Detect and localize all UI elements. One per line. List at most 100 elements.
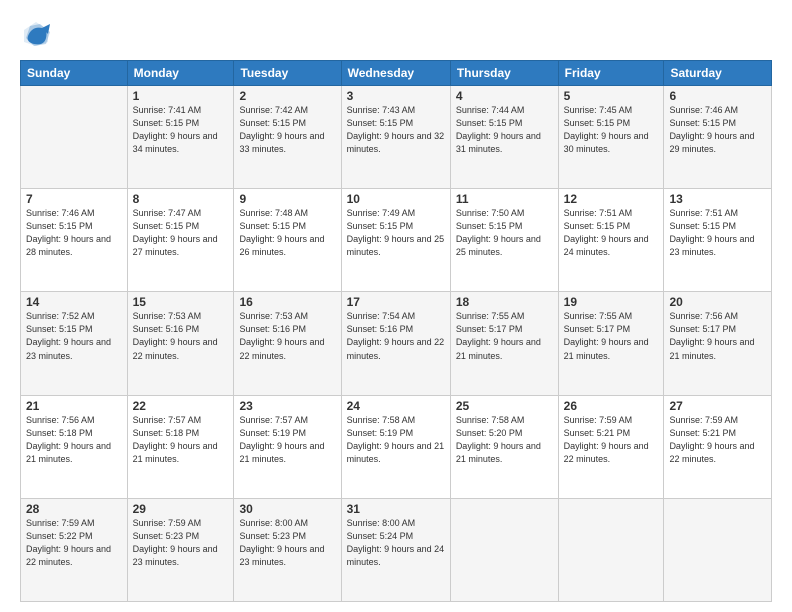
- logo-icon: [20, 18, 52, 50]
- calendar-cell: 2 Sunrise: 7:42 AMSunset: 5:15 PMDaylight…: [234, 86, 341, 189]
- calendar-cell: 22 Sunrise: 7:57 AMSunset: 5:18 PMDayligh…: [127, 395, 234, 498]
- day-info: Sunrise: 7:59 AMSunset: 5:22 PMDaylight:…: [26, 518, 111, 567]
- calendar-cell: 20 Sunrise: 7:56 AMSunset: 5:17 PMDayligh…: [664, 292, 772, 395]
- day-info: Sunrise: 7:50 AMSunset: 5:15 PMDaylight:…: [456, 208, 541, 257]
- day-info: Sunrise: 7:55 AMSunset: 5:17 PMDaylight:…: [564, 311, 649, 360]
- calendar-cell: 13 Sunrise: 7:51 AMSunset: 5:15 PMDayligh…: [664, 189, 772, 292]
- day-number: 23: [239, 399, 335, 413]
- calendar-cell: 24Sunrise: 7:58 AMSunset: 5:19 PMDayligh…: [341, 395, 450, 498]
- calendar-cell: 8 Sunrise: 7:47 AMSunset: 5:15 PMDaylight…: [127, 189, 234, 292]
- day-number: 28: [26, 502, 122, 516]
- day-number: 29: [133, 502, 229, 516]
- day-number: 14: [26, 295, 122, 309]
- day-number: 11: [456, 192, 553, 206]
- calendar-week-3: 14 Sunrise: 7:52 AMSunset: 5:15 PMDayligh…: [21, 292, 772, 395]
- day-number: 7: [26, 192, 122, 206]
- day-info: Sunrise: 7:45 AMSunset: 5:15 PMDaylight:…: [564, 105, 649, 154]
- day-info: Sunrise: 7:49 AMSunset: 5:15 PMDaylight:…: [347, 208, 445, 257]
- calendar-cell: 14 Sunrise: 7:52 AMSunset: 5:15 PMDayligh…: [21, 292, 128, 395]
- calendar-cell: 31Sunrise: 8:00 AMSunset: 5:24 PMDayligh…: [341, 498, 450, 601]
- day-info: Sunrise: 7:57 AMSunset: 5:18 PMDaylight:…: [133, 415, 218, 464]
- weekday-header-monday: Monday: [127, 61, 234, 86]
- day-info: Sunrise: 7:46 AMSunset: 5:15 PMDaylight:…: [669, 105, 754, 154]
- day-number: 24: [347, 399, 445, 413]
- day-number: 27: [669, 399, 766, 413]
- calendar-week-5: 28 Sunrise: 7:59 AMSunset: 5:22 PMDayligh…: [21, 498, 772, 601]
- day-number: 15: [133, 295, 229, 309]
- calendar-cell: 21 Sunrise: 7:56 AMSunset: 5:18 PMDayligh…: [21, 395, 128, 498]
- calendar-cell: [21, 86, 128, 189]
- day-number: 12: [564, 192, 659, 206]
- calendar-cell: 9 Sunrise: 7:48 AMSunset: 5:15 PMDaylight…: [234, 189, 341, 292]
- calendar-cell: 10 Sunrise: 7:49 AMSunset: 5:15 PMDayligh…: [341, 189, 450, 292]
- day-number: 16: [239, 295, 335, 309]
- day-info: Sunrise: 7:44 AMSunset: 5:15 PMDaylight:…: [456, 105, 541, 154]
- day-info: Sunrise: 8:00 AMSunset: 5:23 PMDaylight:…: [239, 518, 324, 567]
- day-number: 22: [133, 399, 229, 413]
- calendar-cell: 27 Sunrise: 7:59 AMSunset: 5:21 PMDayligh…: [664, 395, 772, 498]
- day-number: 13: [669, 192, 766, 206]
- day-info: Sunrise: 7:51 AMSunset: 5:15 PMDaylight:…: [564, 208, 649, 257]
- calendar-cell: 7 Sunrise: 7:46 AMSunset: 5:15 PMDaylight…: [21, 189, 128, 292]
- calendar-cell: 16 Sunrise: 7:53 AMSunset: 5:16 PMDayligh…: [234, 292, 341, 395]
- calendar-week-4: 21 Sunrise: 7:56 AMSunset: 5:18 PMDayligh…: [21, 395, 772, 498]
- calendar-cell: [558, 498, 664, 601]
- day-info: Sunrise: 7:52 AMSunset: 5:15 PMDaylight:…: [26, 311, 111, 360]
- weekday-row: SundayMondayTuesdayWednesdayThursdayFrid…: [21, 61, 772, 86]
- day-number: 5: [564, 89, 659, 103]
- day-info: Sunrise: 7:51 AMSunset: 5:15 PMDaylight:…: [669, 208, 754, 257]
- weekday-header-sunday: Sunday: [21, 61, 128, 86]
- day-info: Sunrise: 7:56 AMSunset: 5:18 PMDaylight:…: [26, 415, 111, 464]
- weekday-header-wednesday: Wednesday: [341, 61, 450, 86]
- day-info: Sunrise: 7:59 AMSunset: 5:23 PMDaylight:…: [133, 518, 218, 567]
- weekday-header-friday: Friday: [558, 61, 664, 86]
- logo: [20, 18, 56, 50]
- day-info: Sunrise: 7:53 AMSunset: 5:16 PMDaylight:…: [239, 311, 324, 360]
- calendar-header: SundayMondayTuesdayWednesdayThursdayFrid…: [21, 61, 772, 86]
- day-number: 3: [347, 89, 445, 103]
- day-info: Sunrise: 7:55 AMSunset: 5:17 PMDaylight:…: [456, 311, 541, 360]
- day-number: 9: [239, 192, 335, 206]
- day-number: 2: [239, 89, 335, 103]
- calendar-cell: [664, 498, 772, 601]
- day-info: Sunrise: 7:56 AMSunset: 5:17 PMDaylight:…: [669, 311, 754, 360]
- day-info: Sunrise: 7:53 AMSunset: 5:16 PMDaylight:…: [133, 311, 218, 360]
- day-number: 8: [133, 192, 229, 206]
- calendar-cell: 15 Sunrise: 7:53 AMSunset: 5:16 PMDayligh…: [127, 292, 234, 395]
- day-info: Sunrise: 7:59 AMSunset: 5:21 PMDaylight:…: [669, 415, 754, 464]
- day-info: Sunrise: 7:42 AMSunset: 5:15 PMDaylight:…: [239, 105, 324, 154]
- calendar-body: 1 Sunrise: 7:41 AMSunset: 5:15 PMDaylight…: [21, 86, 772, 602]
- day-number: 19: [564, 295, 659, 309]
- day-info: Sunrise: 7:46 AMSunset: 5:15 PMDaylight:…: [26, 208, 111, 257]
- calendar-week-2: 7 Sunrise: 7:46 AMSunset: 5:15 PMDaylight…: [21, 189, 772, 292]
- day-number: 10: [347, 192, 445, 206]
- page: SundayMondayTuesdayWednesdayThursdayFrid…: [0, 0, 792, 612]
- day-info: Sunrise: 7:58 AMSunset: 5:20 PMDaylight:…: [456, 415, 541, 464]
- calendar-cell: 3Sunrise: 7:43 AMSunset: 5:15 PMDaylight…: [341, 86, 450, 189]
- calendar-cell: 25Sunrise: 7:58 AMSunset: 5:20 PMDayligh…: [450, 395, 558, 498]
- calendar-cell: 28 Sunrise: 7:59 AMSunset: 5:22 PMDayligh…: [21, 498, 128, 601]
- calendar-cell: 4Sunrise: 7:44 AMSunset: 5:15 PMDaylight…: [450, 86, 558, 189]
- day-number: 1: [133, 89, 229, 103]
- day-info: Sunrise: 7:41 AMSunset: 5:15 PMDaylight:…: [133, 105, 218, 154]
- weekday-header-thursday: Thursday: [450, 61, 558, 86]
- calendar-cell: 30 Sunrise: 8:00 AMSunset: 5:23 PMDayligh…: [234, 498, 341, 601]
- calendar-week-1: 1 Sunrise: 7:41 AMSunset: 5:15 PMDaylight…: [21, 86, 772, 189]
- calendar-cell: 6Sunrise: 7:46 AMSunset: 5:15 PMDaylight…: [664, 86, 772, 189]
- calendar-cell: 11 Sunrise: 7:50 AMSunset: 5:15 PMDayligh…: [450, 189, 558, 292]
- calendar-cell: 29 Sunrise: 7:59 AMSunset: 5:23 PMDayligh…: [127, 498, 234, 601]
- day-number: 17: [347, 295, 445, 309]
- calendar-cell: 1 Sunrise: 7:41 AMSunset: 5:15 PMDaylight…: [127, 86, 234, 189]
- day-number: 21: [26, 399, 122, 413]
- day-number: 30: [239, 502, 335, 516]
- day-number: 26: [564, 399, 659, 413]
- day-info: Sunrise: 7:54 AMSunset: 5:16 PMDaylight:…: [347, 311, 445, 360]
- day-info: Sunrise: 7:59 AMSunset: 5:21 PMDaylight:…: [564, 415, 649, 464]
- day-info: Sunrise: 7:47 AMSunset: 5:15 PMDaylight:…: [133, 208, 218, 257]
- calendar-cell: 26 Sunrise: 7:59 AMSunset: 5:21 PMDayligh…: [558, 395, 664, 498]
- day-info: Sunrise: 7:48 AMSunset: 5:15 PMDaylight:…: [239, 208, 324, 257]
- day-number: 20: [669, 295, 766, 309]
- calendar-cell: [450, 498, 558, 601]
- day-info: Sunrise: 7:57 AMSunset: 5:19 PMDaylight:…: [239, 415, 324, 464]
- calendar-cell: 17 Sunrise: 7:54 AMSunset: 5:16 PMDayligh…: [341, 292, 450, 395]
